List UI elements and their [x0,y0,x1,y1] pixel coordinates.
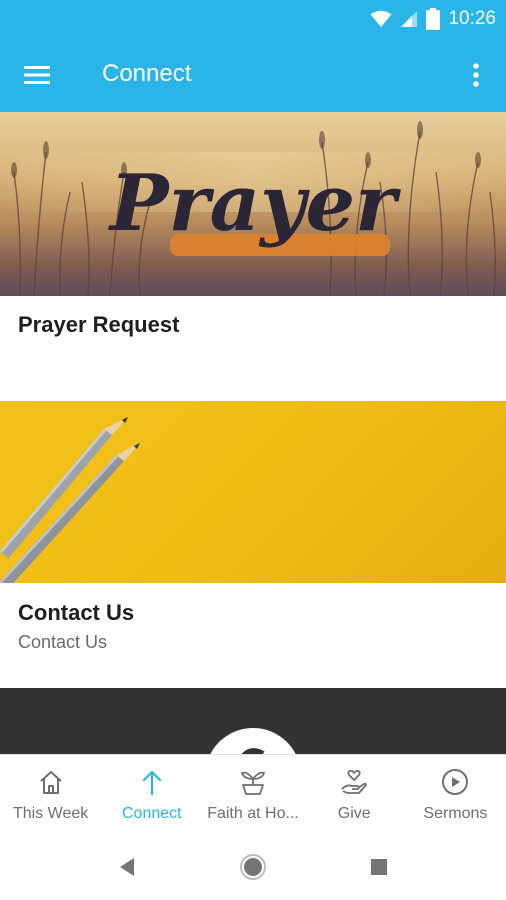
content-list[interactable]: Prayer Prayer Request Contact Us Contact… [0,112,506,754]
page-title: Connect [102,60,192,87]
status-time: 10:26 [448,8,496,29]
tab-sermons[interactable]: Sermons [405,755,506,834]
back-icon[interactable] [112,852,142,882]
tab-label: Give [337,805,371,822]
giving-hand-icon [341,769,368,794]
tab-label: Faith at Ho... [207,805,299,822]
prayer-banner-image[interactable]: Prayer [0,112,506,296]
contact-us-subtitle: Contact Us [18,632,108,652]
play-circle-icon [442,769,469,795]
dark-card[interactable] [0,688,506,754]
tab-connect[interactable]: Connect [101,755,202,834]
tab-give[interactable]: Give [304,755,405,834]
system-nav-bar [0,834,506,900]
status-bar: 10:26 [0,0,506,38]
app-bar: Connect [0,38,506,112]
recents-icon[interactable] [364,852,394,882]
prayer-banner-word: Prayer [108,158,401,249]
tab-this-week[interactable]: This Week [0,755,101,834]
home-circle-icon[interactable] [238,852,268,882]
hamburger-menu-icon[interactable] [22,60,52,90]
status-icons: 10:26 [370,6,496,32]
arrow-up-icon [142,770,161,796]
signal-icon [401,11,418,27]
tab-label: This Week [12,805,89,822]
battery-icon [426,8,441,30]
wifi-icon [370,10,392,27]
more-vert-icon[interactable] [466,60,486,90]
tab-label: Connect [122,805,182,822]
contact-us-title[interactable]: Contact Us [18,600,134,626]
bottom-navigation: This Week Connect Faith at Ho... Give Se… [0,754,506,834]
tab-faith-at-home[interactable]: Faith at Ho... [202,755,303,834]
pencil-image [0,417,140,583]
logo-circle [205,728,301,754]
tab-label: Sermons [423,805,488,822]
home-icon [39,771,62,794]
contact-banner-image[interactable] [0,401,506,583]
seedling-icon [240,771,266,795]
prayer-request-title[interactable]: Prayer Request [18,312,179,338]
